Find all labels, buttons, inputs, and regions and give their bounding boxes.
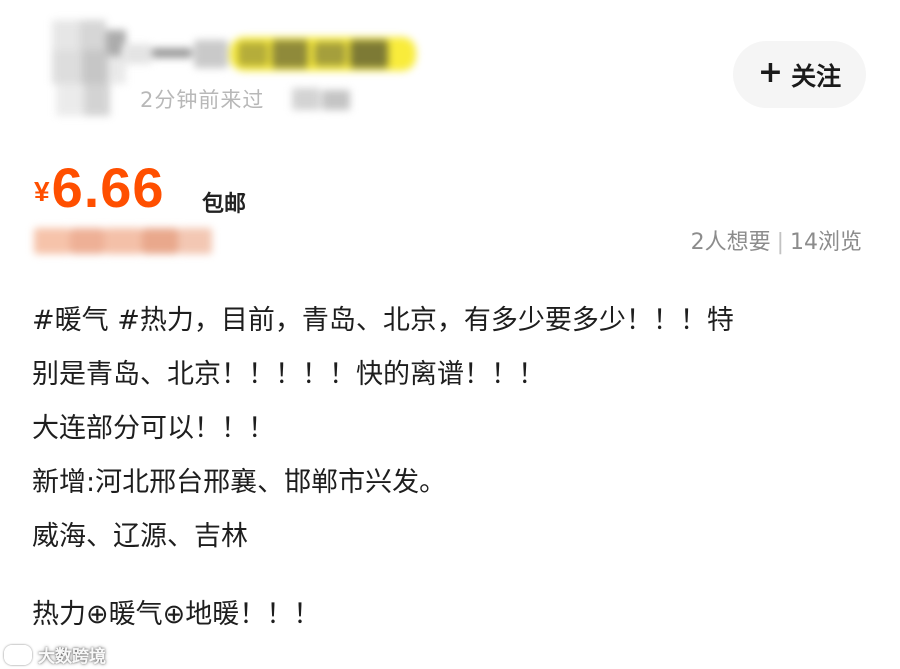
description-line: 热力⊕暖气⊕地暖！！！ (32, 599, 321, 630)
follow-button[interactable]: + 关注 (733, 41, 866, 108)
description-line: 别是青岛、北京！！！！！快的离谱！！！ (32, 359, 545, 390)
watermark-text: 大数跨境 (38, 647, 106, 667)
description-line: 大连部分可以！！！ (32, 413, 275, 444)
currency-symbol: ¥ (34, 176, 50, 207)
watermark: 大数跨境 (4, 642, 106, 667)
seller-avatar[interactable] (52, 20, 126, 118)
description-line: 新增:河北邢台邢襄、邯郸市兴发。 (32, 467, 447, 498)
price: ¥6.66 (34, 160, 165, 216)
wants-count: 2人想要 (690, 230, 771, 255)
free-shipping-label: 包邮 (202, 192, 247, 217)
seller-name[interactable] (122, 34, 422, 76)
location-text (292, 86, 352, 112)
listing-tag (34, 224, 214, 258)
watermark-logo-icon (4, 644, 32, 665)
listing-stats: 2人想要 | 14浏览 (691, 224, 862, 256)
stats-separator: | (776, 230, 784, 255)
follow-label: 关注 (791, 61, 842, 91)
description-line: 威海、辽源、吉林 (32, 521, 248, 552)
description-line: #暖气 #热力，目前，青岛、北京，有多少要多少！！！特 (32, 305, 734, 336)
listing-page: 2分钟前来过 + 关注 ¥6.66 包邮 2人想要 | 14浏览 #暖气 #热力，目… (0, 0, 900, 669)
plus-icon: + (757, 55, 784, 90)
price-value: 6.66 (51, 156, 165, 219)
last-seen-text: 2分钟前来过 (140, 88, 265, 112)
views-count: 14浏览 (790, 230, 862, 255)
listing-description: #暖气 #热力，目前，青岛、北京，有多少要多少！！！特 别是青岛、北京！！！！！… (32, 294, 867, 642)
